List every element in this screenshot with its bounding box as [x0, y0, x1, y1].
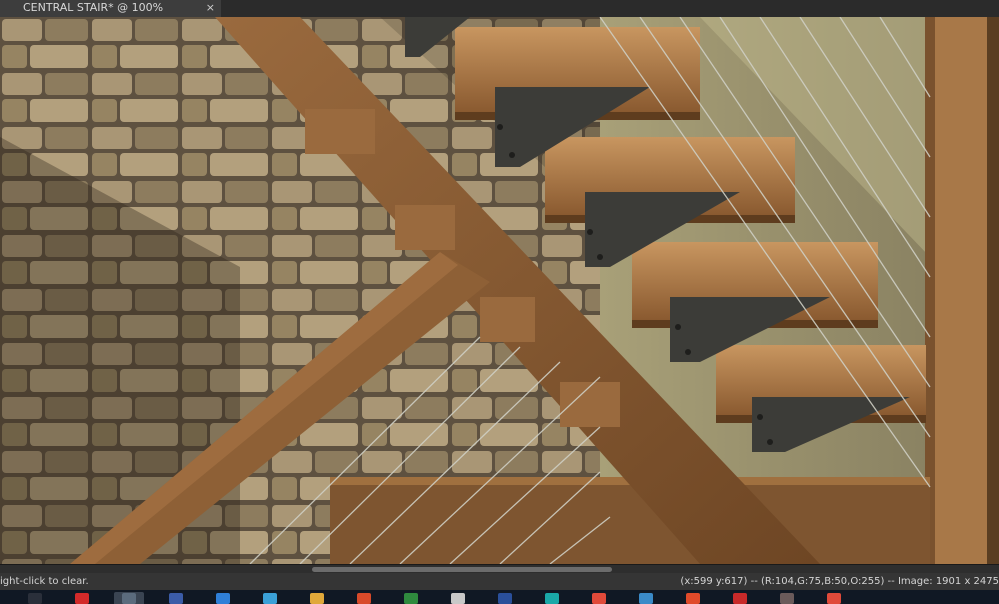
stair-render-image [0, 17, 999, 564]
taskbar-button[interactable] [584, 592, 614, 604]
document-tab-bar: CENTRAL STAIR* @ 100% (Background) × [0, 0, 999, 30]
scrollbar-thumb[interactable] [312, 567, 612, 572]
taskbar-button[interactable] [20, 592, 50, 604]
chrome-icon-2 [592, 593, 606, 604]
chrome-icon [310, 593, 324, 604]
app-icon-4 [169, 593, 183, 604]
app-icon-15 [686, 593, 700, 604]
status-hint: ight-click to clear. [0, 576, 89, 587]
acrobat-icon [75, 593, 89, 604]
browser-globe-icon [216, 593, 230, 604]
app-icon-14 [639, 593, 653, 604]
taskbar-button[interactable] [678, 592, 708, 604]
taskbar-button[interactable] [302, 592, 332, 604]
photo-app-icon [263, 593, 277, 604]
taskbar-button[interactable] [772, 592, 802, 604]
app-icon-17 [780, 593, 794, 604]
taskbar-button[interactable] [490, 592, 520, 604]
taskbar [0, 590, 999, 604]
taskbar-button[interactable] [725, 592, 755, 604]
app-icon-18 [827, 593, 841, 604]
cursor-readout: (x:599 y:617) -- (R:104,G:75,B:50,O:255)… [680, 576, 999, 587]
taskbar-button[interactable] [537, 592, 567, 604]
document-tab[interactable]: CENTRAL STAIR* @ 100% (Background) × [0, 0, 221, 30]
taskbar-button[interactable] [819, 592, 849, 604]
app-icon-11 [498, 593, 512, 604]
excel-icon [404, 593, 418, 604]
status-bar: ight-click to clear. (x:599 y:617) -- (R… [0, 573, 999, 590]
taskbar-button[interactable] [443, 592, 473, 604]
app-icon-10 [451, 593, 465, 604]
close-icon[interactable]: × [206, 0, 215, 16]
camera-app-icon [122, 593, 136, 604]
app-icon-16 [733, 593, 747, 604]
windows-start-icon [28, 593, 42, 604]
taskbar-button[interactable] [631, 592, 661, 604]
app-icon-8 [357, 593, 371, 604]
taskbar-button[interactable] [255, 592, 285, 604]
taskbar-button[interactable] [161, 592, 191, 604]
app-icon-12 [545, 593, 559, 604]
image-canvas[interactable] [0, 17, 999, 564]
taskbar-button[interactable] [208, 592, 238, 604]
taskbar-button[interactable] [396, 592, 426, 604]
taskbar-button[interactable] [349, 592, 379, 604]
photo-editor-window: CENTRAL STAIR* @ 100% (Background) × [0, 0, 999, 604]
taskbar-button[interactable] [67, 592, 97, 604]
taskbar-button[interactable] [114, 592, 144, 604]
